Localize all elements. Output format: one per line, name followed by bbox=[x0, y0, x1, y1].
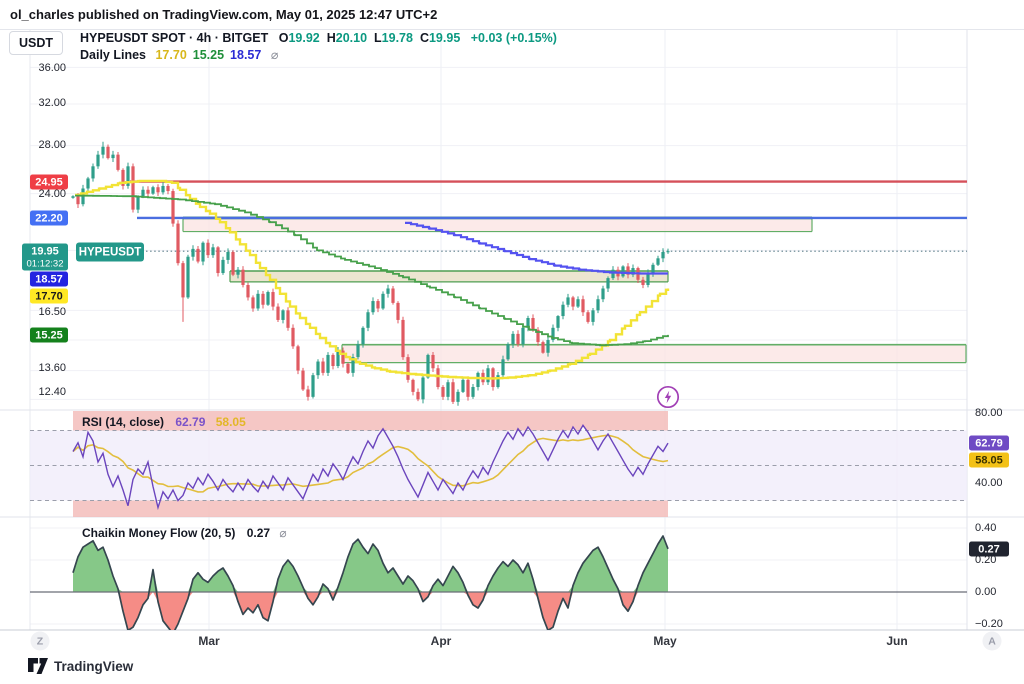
ohlc-key: H bbox=[327, 31, 336, 45]
indicator-axis-label: 40.00 bbox=[975, 477, 1019, 489]
cmf-header: Chaikin Money Flow (20, 5) 0.27 ⌀ bbox=[82, 526, 287, 540]
price-axis-label: 32.00 bbox=[30, 97, 66, 109]
price-badge: 24.95 bbox=[30, 175, 68, 190]
tradingview-published-chart: ol_charles published on TradingView.com,… bbox=[0, 0, 1024, 684]
daily-line-value: 15.25 bbox=[193, 48, 224, 62]
ohlc-value: 20.10 bbox=[336, 31, 367, 45]
main-pane[interactable] bbox=[71, 142, 967, 406]
scroll-left-button[interactable]: Z bbox=[31, 632, 50, 651]
ohlc-value: 19.92 bbox=[288, 31, 319, 45]
price-badge: 18.57 bbox=[30, 272, 68, 287]
currency-button[interactable]: USDT bbox=[9, 31, 63, 55]
daily-lines-row: Daily Lines 17.70 15.25 18.57 ⌀ bbox=[80, 47, 278, 62]
symbol-header: HYPEUSDT SPOT · 4h · BITGET O19.92 H20.10… bbox=[80, 31, 557, 45]
daily-line-value: 17.70 bbox=[155, 48, 186, 62]
cmf-value: 0.27 bbox=[247, 526, 270, 540]
daily-lines-label: Daily Lines bbox=[80, 48, 146, 62]
cmf-title: Chaikin Money Flow (20, 5) bbox=[82, 526, 235, 540]
time-axis-label-apr: Apr bbox=[431, 634, 452, 648]
change-value: +0.03 (+0.15%) bbox=[471, 31, 557, 45]
price-badge: 17.70 bbox=[30, 289, 68, 304]
chart-canvas[interactable] bbox=[0, 0, 1024, 684]
tradingview-logo-icon bbox=[28, 658, 48, 675]
indicator-axis-label: 0.40 bbox=[975, 522, 1019, 534]
daily-line-value: 18.57 bbox=[230, 48, 261, 62]
gridlines bbox=[30, 30, 967, 630]
price-zone bbox=[342, 345, 966, 363]
footer-attribution: TradingView bbox=[28, 658, 133, 675]
price-badge: 62.79 bbox=[969, 436, 1009, 451]
ohlc-key: C bbox=[420, 31, 429, 45]
cmf-positive-area bbox=[73, 536, 668, 592]
hidden-values-icon[interactable]: ⌀ bbox=[271, 48, 279, 62]
indicator-axis-label: −0.20 bbox=[975, 618, 1019, 630]
ohlc-values: O19.92 H20.10 L19.78 C19.95 bbox=[272, 31, 461, 45]
price-axis-label: 24.00 bbox=[30, 188, 66, 200]
rsi-value: 62.79 bbox=[175, 415, 205, 429]
price-badge: 15.25 bbox=[30, 328, 68, 343]
time-axis-label-mar: Mar bbox=[198, 634, 219, 648]
ohlc-key: O bbox=[279, 31, 289, 45]
price-badge: 22.20 bbox=[30, 211, 68, 226]
price-badge: 0.27 bbox=[969, 542, 1009, 557]
ohlc-value: 19.78 bbox=[382, 31, 413, 45]
price-badge: 19.9501:12:32 bbox=[22, 244, 68, 271]
flash-button[interactable] bbox=[656, 385, 680, 409]
symbol-price-flag: HYPEUSDT bbox=[76, 243, 144, 262]
price-axis-label: 12.40 bbox=[30, 386, 66, 398]
scroll-right-button[interactable]: A bbox=[983, 632, 1002, 651]
lightning-icon bbox=[656, 385, 680, 409]
rsi-ma-value: 58.05 bbox=[216, 415, 246, 429]
cmf-negative-area bbox=[73, 592, 668, 634]
symbol-title: HYPEUSDT SPOT · 4h · BITGET bbox=[80, 31, 268, 45]
price-axis-label: 36.00 bbox=[30, 62, 66, 74]
rsi-title: RSI (14, close) bbox=[82, 415, 164, 429]
price-axis-label: 28.00 bbox=[30, 139, 66, 151]
ohlc-value: 19.95 bbox=[429, 31, 460, 45]
indicator-axis-label: 0.00 bbox=[975, 586, 1019, 598]
price-axis-label: 16.50 bbox=[30, 306, 66, 318]
time-axis-label-jun: Jun bbox=[886, 634, 907, 648]
rsi-header: RSI (14, close) 62.79 58.05 bbox=[82, 415, 246, 429]
countdown-timer: 01:12:32 bbox=[22, 258, 68, 269]
daily-lines-values: 17.70 15.25 18.57 bbox=[149, 48, 261, 62]
indicator-axis-label: 80.00 bbox=[975, 407, 1019, 419]
price-zone bbox=[230, 271, 668, 282]
tradingview-brand-text[interactable]: TradingView bbox=[54, 659, 133, 674]
cmf-pane[interactable] bbox=[30, 536, 967, 634]
ohlc-key: L bbox=[374, 31, 382, 45]
price-axis-label: 13.60 bbox=[30, 362, 66, 374]
time-axis-label-may: May bbox=[653, 634, 676, 648]
cmf-hidden-values-icon[interactable]: ⌀ bbox=[279, 526, 286, 540]
price-badge: 58.05 bbox=[969, 453, 1009, 468]
